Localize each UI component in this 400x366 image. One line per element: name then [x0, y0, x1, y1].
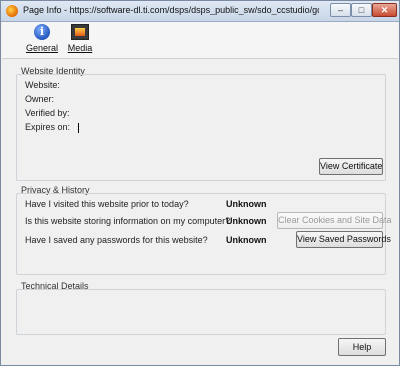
technical-details-frame — [16, 289, 386, 335]
view-saved-passwords-button[interactable]: View Saved Passwords — [296, 231, 391, 248]
passwords-value: Unknown — [226, 235, 267, 245]
window-title: Page Info - https://software-dl.ti.com/d… — [23, 5, 319, 15]
tab-media-label: Media — [67, 43, 93, 53]
close-button[interactable]: ✕ — [372, 3, 397, 17]
verified-by-label: Verified by: — [25, 108, 70, 118]
passwords-question: Have I saved any passwords for this webs… — [25, 235, 208, 245]
firefox-icon — [6, 5, 18, 17]
website-label: Website: — [25, 80, 60, 90]
toolbar: i General Media — [2, 22, 398, 59]
title-bar[interactable]: Page Info - https://software-dl.ti.com/d… — [1, 1, 399, 22]
tab-media[interactable]: Media — [62, 24, 98, 58]
help-button[interactable]: Help — [338, 338, 386, 356]
tab-general-label: General — [25, 43, 59, 53]
info-icon: i — [34, 24, 50, 40]
owner-label: Owner: — [25, 94, 55, 104]
text-caret — [78, 123, 79, 133]
minimize-button[interactable]: ‒ — [330, 3, 351, 17]
storing-value: Unknown — [226, 216, 267, 226]
clear-cookies-button[interactable]: Clear Cookies and Site Data — [277, 212, 392, 229]
technical-details-group: Technical Details — [16, 281, 386, 335]
visited-question: Have I visited this website prior to tod… — [25, 199, 189, 209]
storing-question: Is this website storing information on m… — [25, 216, 231, 226]
maximize-button[interactable]: □ — [351, 3, 372, 17]
media-icon — [71, 24, 89, 40]
expires-on-label: Expires on: — [25, 122, 71, 132]
tab-general[interactable]: i General — [24, 24, 60, 58]
view-certificate-button[interactable]: View Certificate — [319, 158, 383, 175]
page-info-window: Page Info - https://software-dl.ti.com/d… — [0, 0, 400, 366]
visited-value: Unknown — [226, 199, 267, 209]
